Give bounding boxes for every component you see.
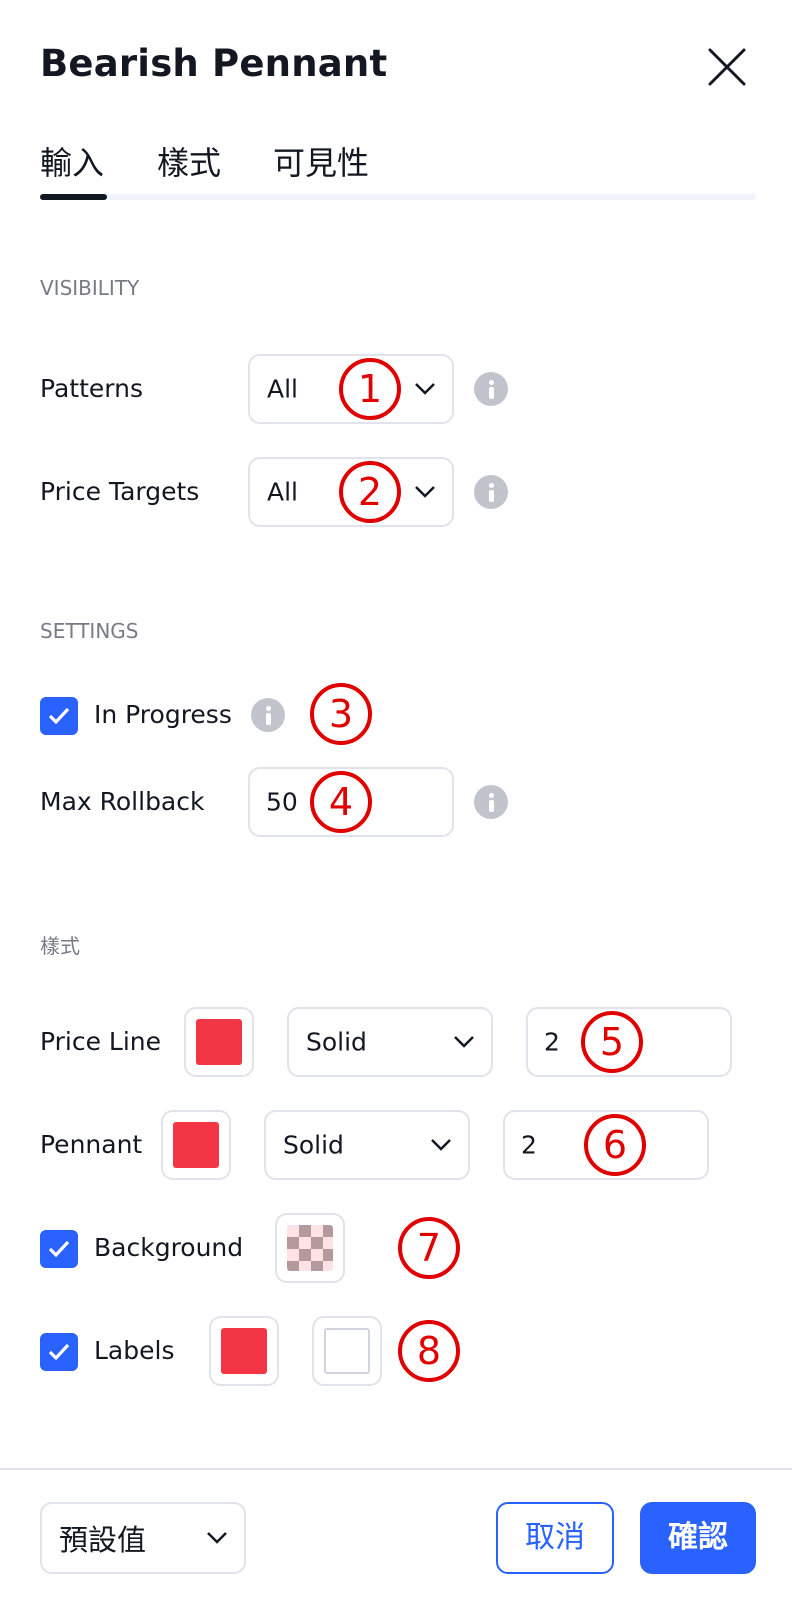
chevron-down-icon [415, 383, 435, 395]
labels-text-color-swatch [324, 1328, 370, 1374]
checkmark-icon [48, 1240, 70, 1258]
chevron-down-icon [431, 1139, 451, 1151]
background-checkbox[interactable] [40, 1230, 78, 1268]
price-targets-label: Price Targets [40, 477, 200, 506]
price-line-color-button[interactable] [184, 1007, 254, 1077]
labels-label: Labels [94, 1336, 175, 1365]
annotation-marker-2: 2 [339, 461, 401, 523]
active-tab-indicator [40, 194, 107, 200]
annotation-marker-1: 1 [339, 358, 401, 420]
section-label-visibility: VISIBILITY [40, 276, 140, 300]
section-label-settings: SETTINGS [40, 619, 139, 643]
background-color-swatch [287, 1225, 333, 1271]
annotation-marker-6: 6 [584, 1114, 646, 1176]
checkmark-icon [48, 707, 70, 725]
ok-button[interactable]: 確認 [640, 1502, 756, 1574]
defaults-select-label: 預設值 [59, 1523, 147, 1557]
chevron-down-icon [415, 486, 435, 498]
pennant-label: Pennant [40, 1130, 143, 1159]
price-line-label: Price Line [40, 1027, 162, 1056]
checkmark-icon [48, 1343, 70, 1361]
background-label: Background [94, 1233, 244, 1262]
labels-text-color-button[interactable] [312, 1316, 382, 1386]
cancel-button[interactable]: 取消 [496, 1502, 614, 1574]
defaults-select[interactable]: 預設值 [40, 1502, 246, 1574]
labels-color-button[interactable] [209, 1316, 279, 1386]
annotation-marker-5: 5 [581, 1011, 643, 1073]
patterns-label: Patterns [40, 374, 143, 403]
labels-color-swatch [221, 1328, 267, 1374]
max-rollback-info-icon[interactable] [474, 785, 508, 819]
price-targets-select-value: All [267, 477, 298, 507]
max-rollback-value: 50 [266, 787, 298, 817]
price-line-style-select[interactable]: Solid [287, 1007, 493, 1077]
in-progress-label: In Progress [94, 700, 232, 729]
chevron-down-icon [207, 1532, 227, 1544]
tab-style[interactable]: 樣式 [157, 138, 221, 184]
price-targets-info-icon[interactable] [474, 475, 508, 509]
chevron-down-icon [454, 1036, 474, 1048]
price-line-color-swatch [196, 1019, 242, 1065]
annotation-marker-3: 3 [310, 683, 372, 745]
price-line-width-value: 2 [544, 1027, 560, 1057]
max-rollback-label: Max Rollback [40, 787, 205, 816]
footer-divider [0, 1468, 792, 1470]
pennant-color-button[interactable] [161, 1110, 231, 1180]
background-color-button[interactable] [275, 1213, 345, 1283]
section-label-style: 樣式 [40, 934, 80, 958]
pennant-style-select[interactable]: Solid [264, 1110, 470, 1180]
labels-checkbox[interactable] [40, 1333, 78, 1371]
tab-visibility[interactable]: 可見性 [273, 138, 369, 184]
pennant-width-value: 2 [521, 1130, 537, 1160]
pennant-style-value: Solid [283, 1130, 344, 1160]
patterns-select-value: All [267, 374, 298, 404]
in-progress-info-icon[interactable] [251, 698, 285, 732]
annotation-marker-7: 7 [398, 1217, 460, 1279]
patterns-info-icon[interactable] [474, 372, 508, 406]
in-progress-checkbox[interactable] [40, 697, 78, 735]
close-icon[interactable] [706, 46, 748, 88]
dialog-title: Bearish Pennant [40, 42, 388, 85]
pennant-color-swatch [173, 1122, 219, 1168]
annotation-marker-8: 8 [398, 1320, 460, 1382]
tabs-track [40, 194, 756, 200]
tab-inputs[interactable]: 輸入 [40, 138, 104, 184]
annotation-marker-4: 4 [310, 771, 372, 833]
price-line-style-value: Solid [306, 1027, 367, 1057]
